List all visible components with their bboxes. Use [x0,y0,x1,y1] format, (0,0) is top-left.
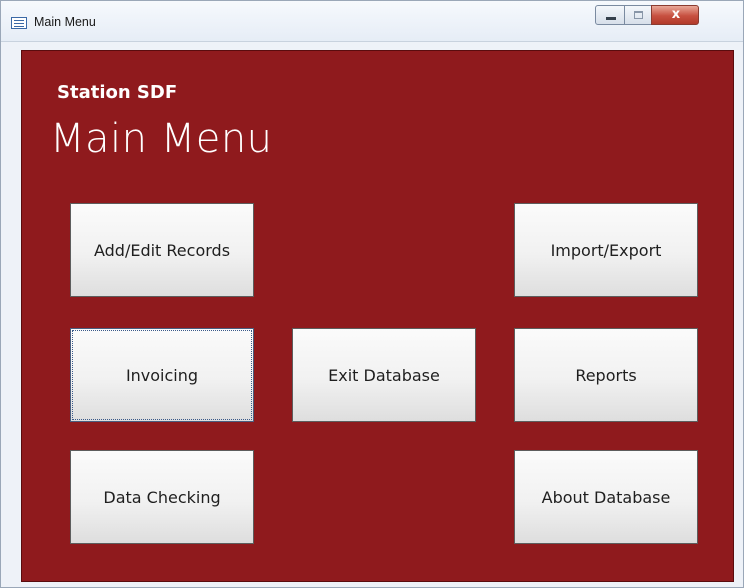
form-heading: Main Menu [50,116,273,162]
form-icon [11,17,27,29]
window-title: Main Menu [34,15,96,29]
title-bar[interactable]: Main Menu x [1,1,743,42]
reports-button[interactable]: Reports [514,328,698,422]
close-icon: x [671,7,681,22]
invoicing-button[interactable]: Invoicing [70,328,254,422]
form-subtitle: Station SDF [57,82,178,103]
minimize-button[interactable] [595,5,625,25]
import-export-button[interactable]: Import/Export [514,203,698,297]
maximize-button[interactable] [624,5,652,25]
close-button[interactable]: x [651,5,699,25]
app-window: Main Menu x Station SDF Main Menu Add/Ed… [0,0,744,588]
maximize-icon [634,11,643,19]
exit-database-button[interactable]: Exit Database [292,328,476,422]
main-menu-form: Station SDF Main Menu Add/Edit Records I… [21,50,734,582]
window-controls: x [595,5,735,27]
minimize-icon [606,17,616,20]
data-checking-button[interactable]: Data Checking [70,450,254,544]
about-database-button[interactable]: About Database [514,450,698,544]
add-edit-records-button[interactable]: Add/Edit Records [70,203,254,297]
